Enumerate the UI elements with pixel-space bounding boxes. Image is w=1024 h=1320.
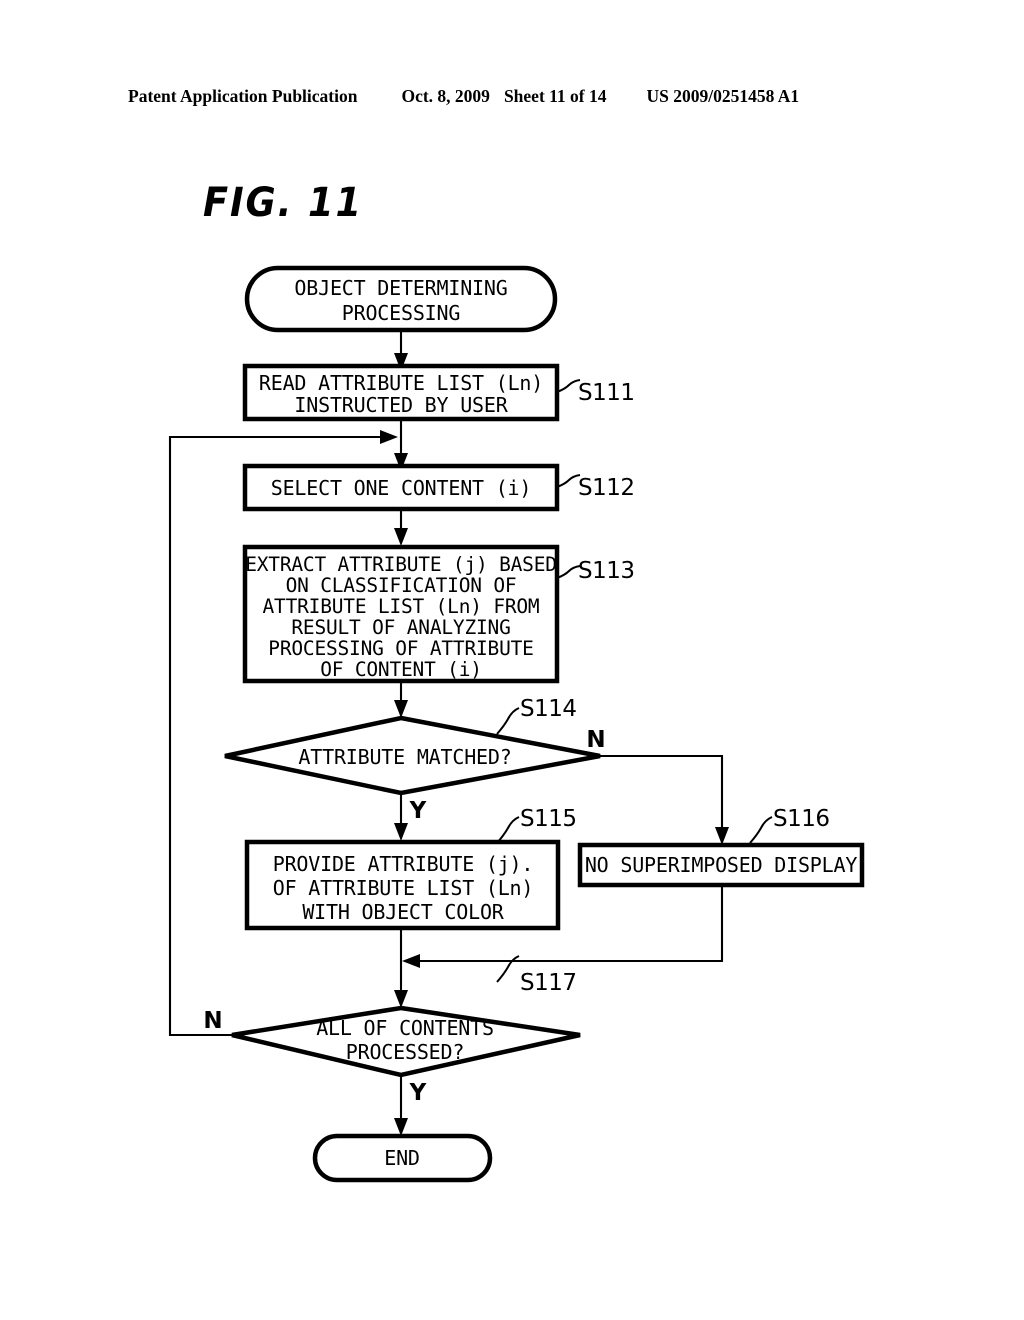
connector-s117-yes-to-end	[394, 1075, 408, 1136]
node-s117-line1: ALL OF CONTENTS	[316, 1016, 494, 1040]
node-start-line1: OBJECT DETERMINING	[294, 276, 507, 300]
step-label-s113: S113	[578, 558, 635, 584]
node-s111-line1: READ ATTRIBUTE LIST (Ln)	[259, 371, 543, 395]
leader-s115	[496, 816, 520, 844]
connector-s115-to-s117	[394, 928, 408, 1008]
node-end: END	[312, 1133, 493, 1183]
node-s116-line1: NO SUPERIMPOSED DISPLAY	[585, 853, 858, 877]
step-label-s112: S112	[578, 475, 635, 501]
node-start-line2: PROCESSING	[342, 301, 460, 325]
step-label-s117: S117	[520, 970, 577, 996]
step-label-s115: S115	[520, 806, 577, 832]
leader-s112	[556, 474, 581, 488]
leader-s113	[556, 565, 581, 579]
node-s114: ATTRIBUTE MATCHED?	[224, 715, 601, 796]
leader-s117	[496, 955, 520, 983]
branch-label-s114-yes: Y	[409, 798, 427, 824]
leader-s111	[556, 379, 581, 393]
node-s114-line1: ATTRIBUTE MATCHED?	[298, 745, 511, 769]
patent-page: Patent Application Publication Oct. 8, 2…	[0, 0, 1024, 1320]
node-s113: EXTRACT ATTRIBUTE (j) BASED ON CLASSIFIC…	[242, 544, 560, 684]
node-s113-line1: EXTRACT ATTRIBUTE (j) BASED	[245, 553, 557, 576]
node-s116: NO SUPERIMPOSED DISPLAY	[577, 842, 865, 888]
node-s112-line1: SELECT ONE CONTENT (i)	[271, 476, 532, 500]
connector-s113-to-s114	[394, 681, 408, 718]
node-s115-line2: OF ATTRIBUTE LIST (Ln)	[273, 876, 534, 900]
node-s117-line2: PROCESSED?	[346, 1040, 464, 1064]
connector-s114-yes-to-s115	[394, 793, 408, 841]
node-s115-line1: PROVIDE ATTRIBUTE (j).	[273, 852, 534, 876]
node-s117: ALL OF CONTENTS PROCESSED?	[231, 1005, 581, 1078]
flowchart-diagram: OBJECT DETERMINING PROCESSING READ ATTRI…	[168, 265, 865, 1183]
leader-s116	[749, 816, 773, 844]
step-label-s114: S114	[520, 696, 577, 722]
node-s111: READ ATTRIBUTE LIST (Ln) INSTRUCTED BY U…	[242, 363, 560, 422]
connector-s111-to-s112	[394, 419, 408, 471]
leader-s114	[496, 707, 520, 735]
node-s115: PROVIDE ATTRIBUTE (j). OF ATTRIBUTE LIST…	[244, 839, 561, 931]
node-start: OBJECT DETERMINING PROCESSING	[244, 265, 558, 333]
node-s113-line4: RESULT OF ANALYZING	[291, 616, 510, 639]
node-s113-line3: ATTRIBUTE LIST (Ln) FROM	[263, 595, 540, 618]
node-s113-line2: ON CLASSIFICATION OF	[286, 574, 517, 597]
connector-s114-no-to-s116	[600, 754, 729, 845]
branch-label-s117-yes: Y	[409, 1080, 427, 1106]
branch-label-s114-no: N	[586, 727, 605, 753]
node-s113-line6: OF CONTENT (i)	[320, 658, 482, 681]
node-s112: SELECT ONE CONTENT (i)	[242, 463, 560, 512]
branch-label-s117-no: N	[203, 1008, 222, 1034]
node-s113-line5: PROCESSING OF ATTRIBUTE	[268, 637, 533, 660]
step-label-s116: S116	[773, 806, 830, 832]
step-label-s111: S111	[578, 380, 635, 406]
node-s115-line3: WITH OBJECT COLOR	[302, 900, 504, 924]
connector-s112-to-s113	[394, 509, 408, 546]
node-end-line1: END	[384, 1146, 420, 1170]
node-s111-line2: INSTRUCTED BY USER	[294, 393, 508, 417]
